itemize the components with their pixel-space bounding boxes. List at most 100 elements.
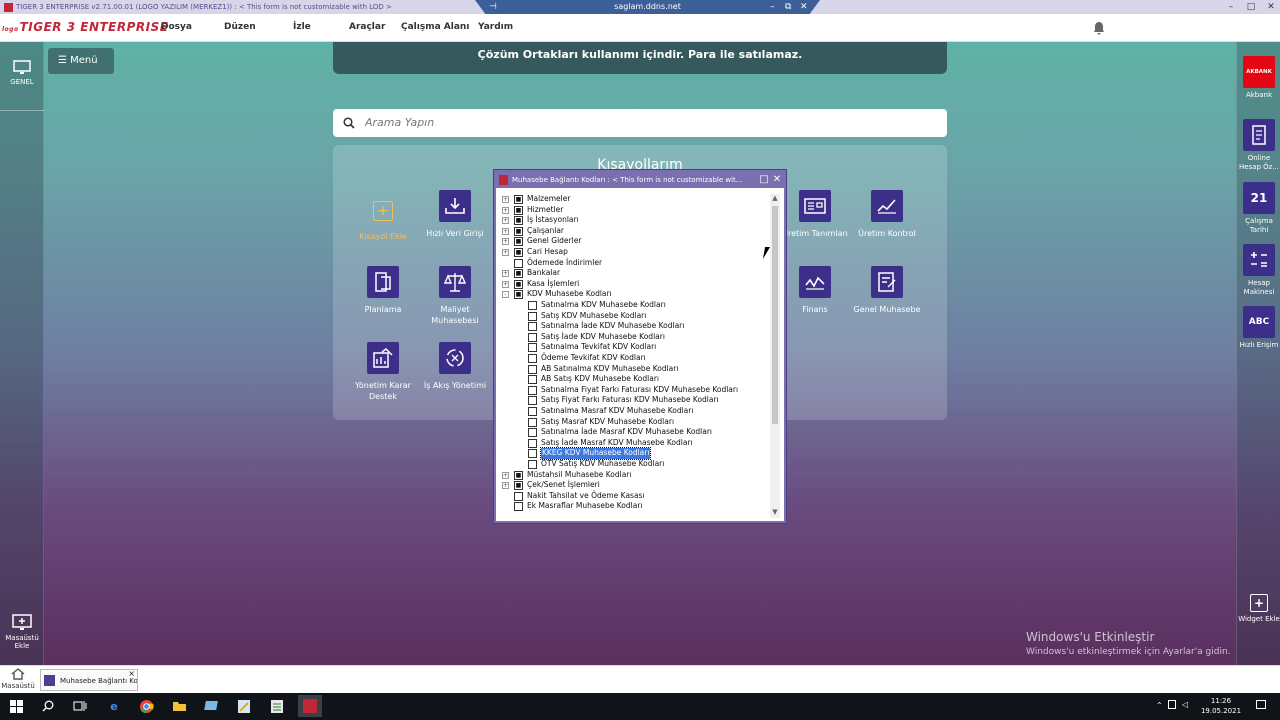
tree-checkbox[interactable]: ■ [514, 216, 523, 226]
remote-minimize-icon[interactable]: – [770, 0, 775, 14]
expand-icon[interactable]: + [502, 471, 509, 479]
tree-checkbox[interactable] [528, 407, 537, 416]
widget-add[interactable]: + Widget Ekle [1237, 594, 1280, 624]
spreadsheet-icon[interactable] [269, 698, 285, 714]
tree-checkbox[interactable]: ■ [514, 237, 523, 247]
tree-checkbox[interactable] [528, 417, 537, 427]
tree-checkbox[interactable] [528, 322, 537, 332]
add-desktop-button[interactable]: Masaüstü Ekle [0, 614, 44, 650]
widget-online-hesap[interactable]: Online Hesap Öz... [1237, 119, 1280, 172]
menu-dosya[interactable]: Dosya [161, 22, 192, 32]
expand-icon[interactable]: + [502, 249, 509, 256]
rail-genel[interactable]: GENEL [0, 60, 44, 86]
expand-icon[interactable]: + [502, 217, 509, 225]
tree-checkbox[interactable] [528, 364, 537, 374]
shortcut-yonetim-karar-destek[interactable]: Yönetim Karar Destek [348, 342, 418, 402]
tree-checkbox[interactable]: ■ [514, 226, 523, 236]
tree-checkbox[interactable]: ■ [514, 195, 523, 204]
close-icon[interactable]: ✕ [1262, 0, 1280, 14]
tree-checkbox[interactable] [528, 460, 537, 469]
shortcut-uretim-tanimlari[interactable]: Üretim Tanımları [780, 190, 850, 239]
shortcut-maliyet-muhasebesi[interactable]: Maliyet Muhasebesi [420, 266, 490, 326]
remote-close-icon[interactable]: ✕ [800, 0, 808, 14]
expand-icon[interactable]: + [502, 227, 509, 235]
file-explorer-icon[interactable] [171, 698, 187, 714]
tree-checkbox[interactable]: ■ [514, 279, 523, 289]
tree-checkbox[interactable] [528, 438, 537, 448]
tree-checkbox[interactable] [528, 354, 537, 363]
tree-checkbox[interactable]: ■ [514, 290, 523, 300]
shortcut-is-akis-yonetimi[interactable]: İş Akış Yönetimi [420, 342, 490, 391]
task-view-icon[interactable] [72, 698, 88, 714]
expand-icon[interactable]: + [502, 270, 509, 278]
expand-icon[interactable]: + [502, 482, 509, 490]
tree-checkbox[interactable]: ■ [514, 248, 523, 257]
tree-checkbox[interactable] [514, 491, 523, 501]
menu-araclar[interactable]: Araçlar [349, 22, 385, 32]
scroll-down-icon[interactable]: ▼ [770, 508, 780, 518]
tree-checkbox[interactable] [514, 258, 523, 268]
scroll-up-icon[interactable]: ▲ [770, 194, 780, 204]
chrome-icon[interactable] [138, 698, 154, 714]
tree-checkbox[interactable] [528, 311, 537, 321]
shortcut-add[interactable]: + Kısayol Ekle [348, 195, 418, 242]
tree-scrollbar[interactable]: ▲ ▼ [770, 194, 780, 518]
tree-checkbox[interactable] [514, 502, 523, 512]
windows-start-icon[interactable] [8, 698, 24, 714]
search-box[interactable]: Arama Yapın [333, 109, 947, 137]
tree-row-label: Cari Hesap [527, 247, 568, 256]
shortcut-hizli-veri-girisi[interactable]: Hızlı Veri Girişi [420, 190, 490, 239]
tab-close-icon[interactable]: × [128, 670, 135, 685]
remote-restore-icon[interactable]: ⧉ [785, 0, 791, 14]
widget-hesap-makinesi[interactable]: Hesap Makinesi [1237, 244, 1280, 297]
widget-hizli-erisim[interactable]: ABC Hızlı Erişim [1237, 306, 1280, 350]
menu-duzen[interactable]: Düzen [224, 22, 256, 32]
tree-checkbox[interactable] [528, 428, 537, 438]
tree-checkbox[interactable] [528, 385, 537, 395]
tree-checkbox[interactable]: ■ [514, 470, 523, 480]
tree-checkbox[interactable]: ■ [514, 205, 523, 215]
expand-icon[interactable]: + [502, 280, 509, 288]
dialog-maximize-icon[interactable]: □ [758, 172, 770, 188]
menu-yardim[interactable]: Yardım [478, 22, 513, 32]
tree-checkbox[interactable]: ■ [514, 269, 523, 279]
clock[interactable]: 11:26 19.05.2021 [1195, 696, 1247, 716]
remote-app-icon[interactable] [203, 698, 219, 714]
maximize-icon[interactable]: □ [1242, 0, 1260, 14]
expand-icon[interactable]: + [502, 196, 509, 203]
open-window-tab[interactable]: Muhasebe Bağlantı Ko × [40, 669, 138, 691]
minimize-icon[interactable]: – [1222, 0, 1240, 14]
network-icon[interactable] [1168, 700, 1176, 709]
widget-calisma-tarihi[interactable]: 21 Çalışma Tarihi [1237, 182, 1280, 235]
dialog-close-icon[interactable]: ✕ [771, 172, 783, 188]
menu-button[interactable]: ☰ Menü [48, 48, 114, 74]
shortcut-uretim-kontrol[interactable]: Üretim Kontrol [852, 190, 922, 239]
expand-icon[interactable]: + [502, 206, 509, 214]
pin-icon[interactable]: ⊣ [489, 0, 497, 14]
bell-icon[interactable] [1093, 21, 1105, 35]
home-button[interactable]: Masaüstü [0, 668, 36, 690]
tray-chevron-icon[interactable]: ⌃ [1156, 701, 1163, 710]
tree-checkbox[interactable] [528, 332, 537, 342]
tree-checkbox[interactable] [528, 301, 537, 310]
volume-icon[interactable]: ◁ [1182, 700, 1188, 709]
tree-checkbox[interactable] [528, 396, 537, 406]
notepad-icon[interactable] [236, 698, 252, 714]
expand-icon[interactable]: + [502, 238, 509, 246]
tiger-app-icon[interactable] [298, 695, 322, 717]
menu-calisma-alani[interactable]: Çalışma Alanı [401, 22, 469, 32]
shortcut-planlama[interactable]: Planlama [348, 266, 418, 315]
shortcut-finans[interactable]: Finans [780, 266, 850, 315]
tree-checkbox[interactable]: ■ [514, 481, 523, 491]
shortcut-genel-muhasebe[interactable]: Genel Muhasebe [852, 266, 922, 315]
collapse-icon[interactable]: - [502, 291, 509, 299]
tree-checkbox[interactable] [528, 449, 537, 459]
menu-izle[interactable]: İzle [293, 22, 311, 32]
tree-checkbox[interactable] [528, 343, 537, 353]
tree-checkbox[interactable] [528, 375, 537, 385]
scroll-thumb[interactable] [772, 206, 778, 424]
edge-browser-icon[interactable]: e [106, 698, 122, 714]
notifications-icon[interactable] [1256, 700, 1266, 709]
widget-akbank[interactable]: AKBANK Akbank [1237, 56, 1280, 100]
search-icon[interactable] [40, 698, 56, 714]
